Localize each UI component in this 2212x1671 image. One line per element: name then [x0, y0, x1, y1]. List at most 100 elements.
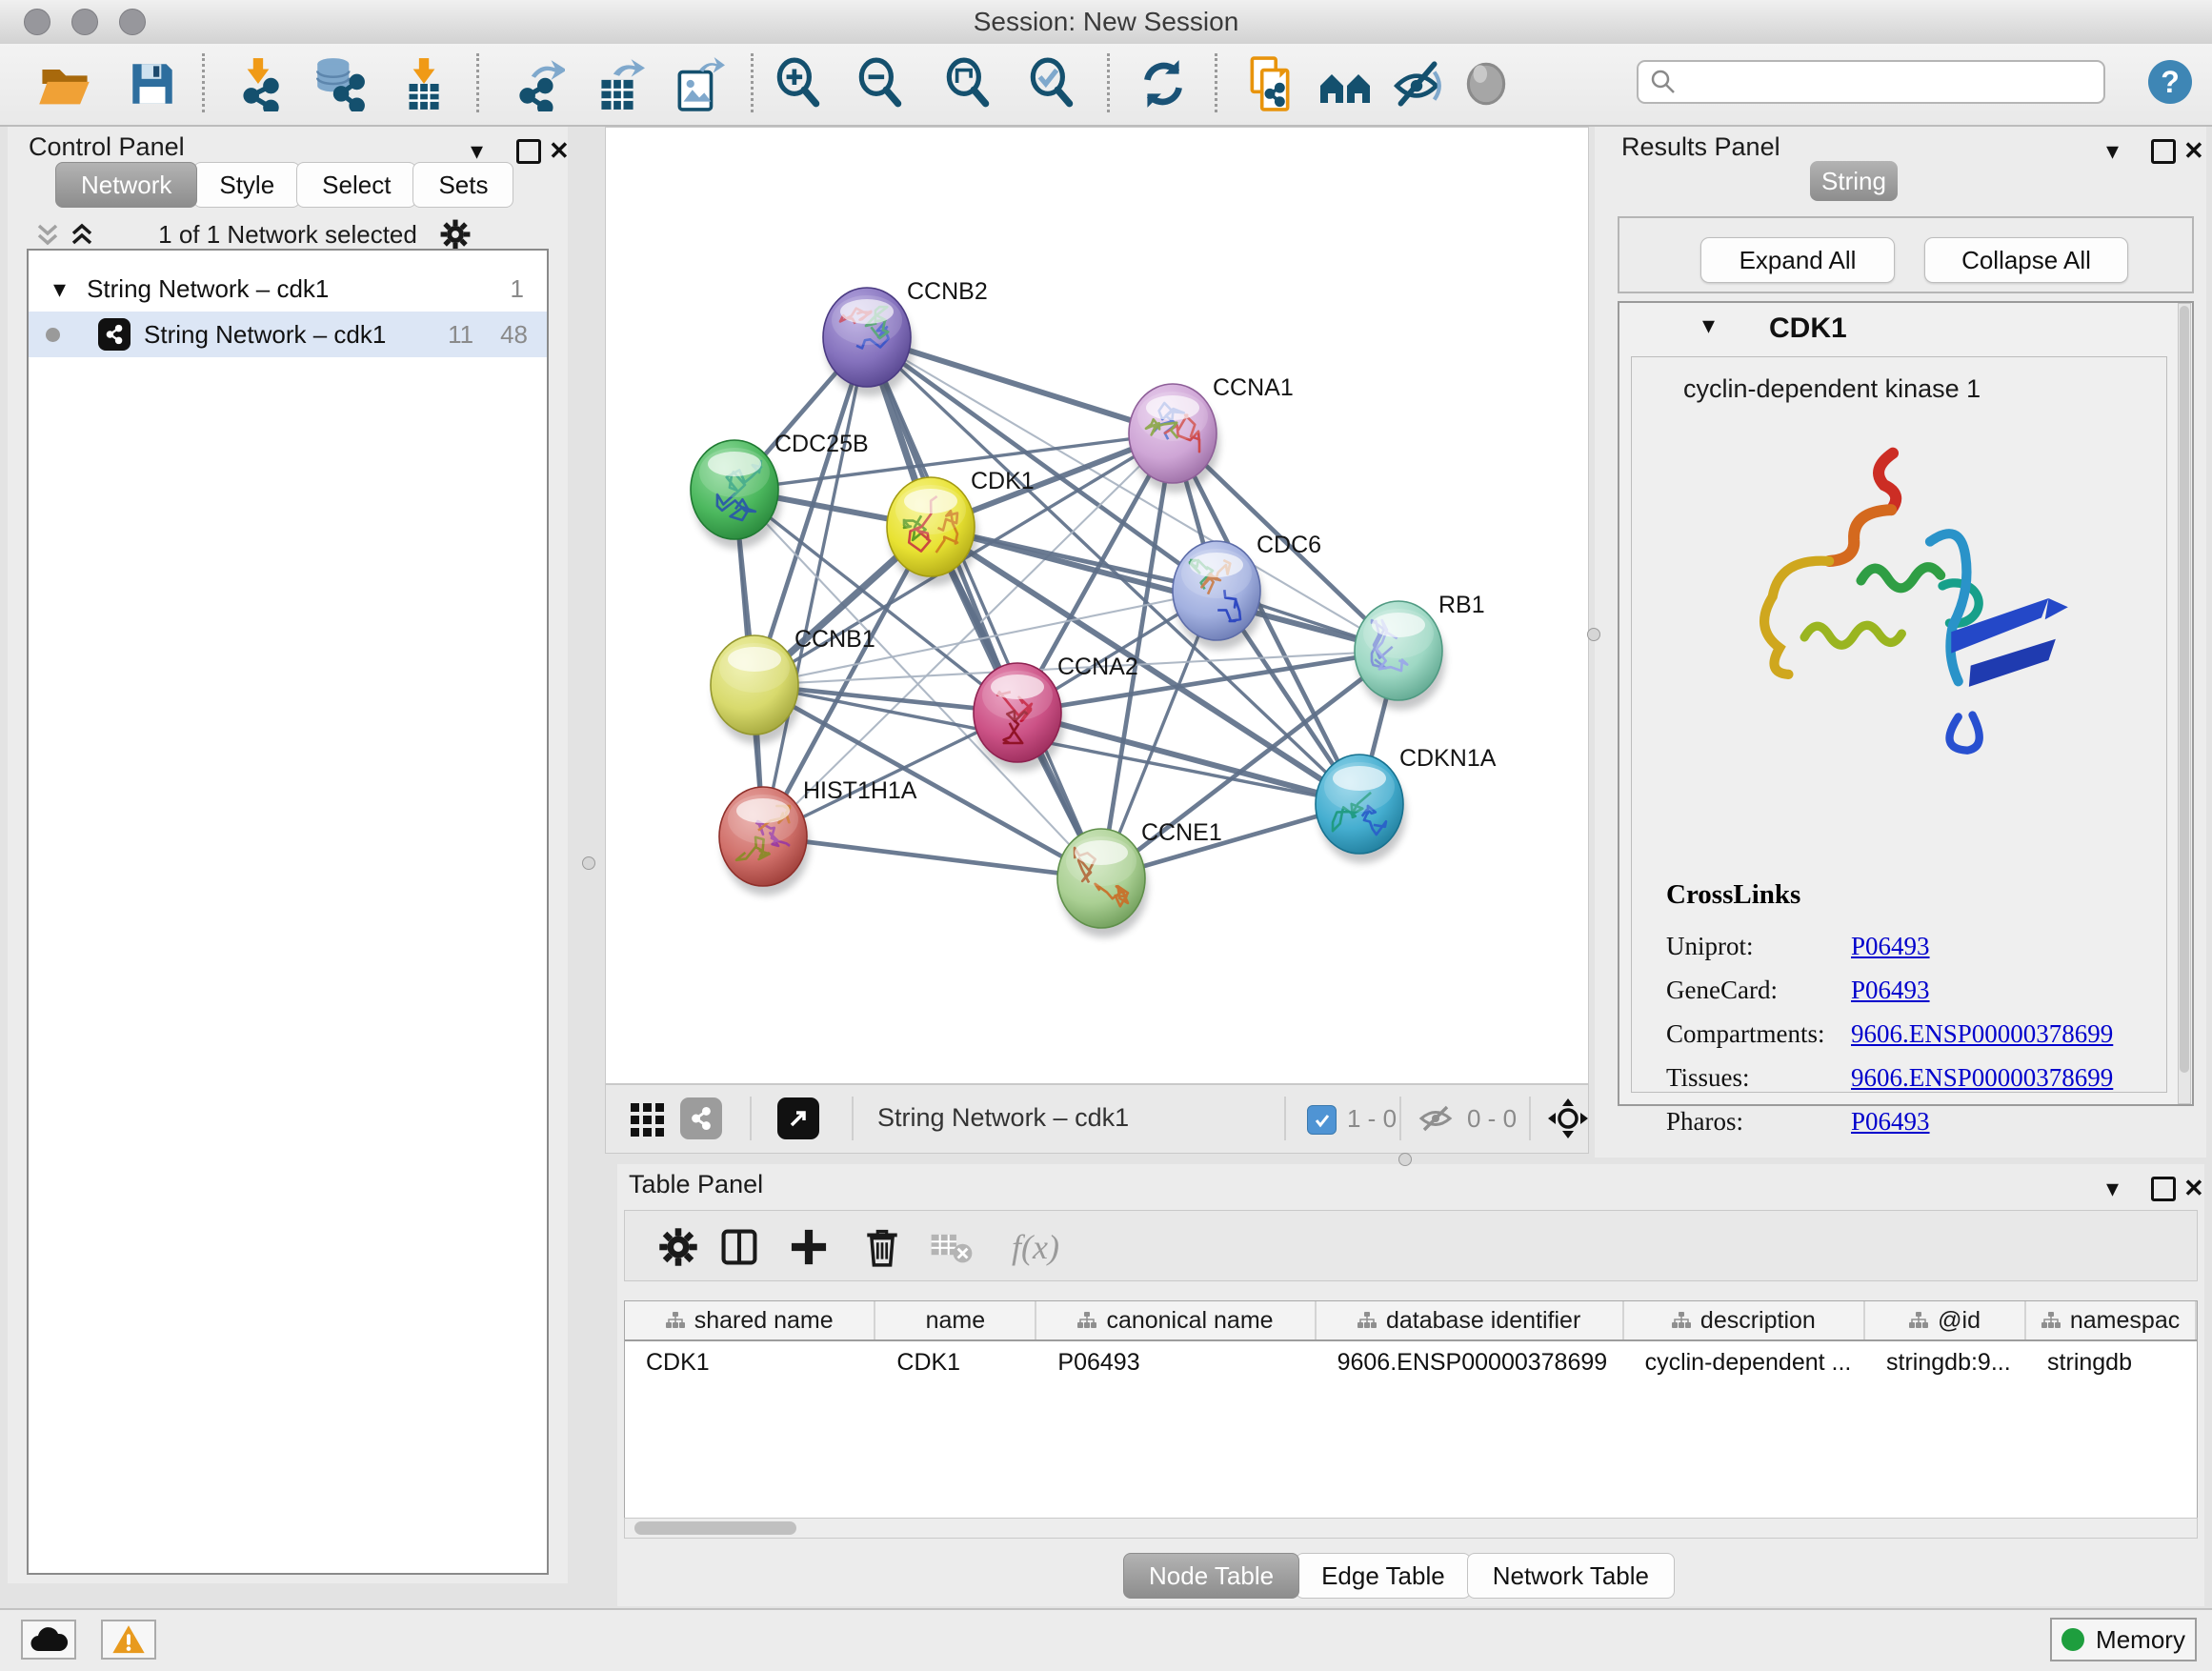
open-session-button[interactable] [30, 50, 99, 118]
left-splitter-grip[interactable] [582, 856, 595, 870]
clone-network-button[interactable] [1236, 50, 1304, 118]
memory-button[interactable]: Memory [2050, 1618, 2197, 1661]
section-caret-icon[interactable]: ▾ [1702, 311, 1715, 340]
bottom-splitter-grip[interactable] [1398, 1153, 1412, 1166]
first-neighbors-button[interactable] [1311, 50, 1379, 118]
hide-selected-button[interactable] [1382, 50, 1451, 118]
panel-close-icon[interactable]: ✕ [549, 136, 570, 166]
network-node-ccna2[interactable]: CCNA2 [974, 654, 1138, 772]
crosslink-label: Tissues: [1666, 1063, 1851, 1093]
results-scrollbar[interactable] [2178, 303, 2191, 1104]
tab-style[interactable]: Style [193, 162, 300, 208]
tab-select[interactable]: Select [296, 162, 416, 208]
selected-checkbox-icon[interactable] [1307, 1105, 1337, 1135]
open-in-window-icon[interactable] [777, 1097, 819, 1139]
crosslink-pharos-link[interactable]: P06493 [1851, 1107, 1930, 1137]
tab-edge-table[interactable]: Edge Table [1296, 1553, 1471, 1599]
collapse-all-button[interactable]: Collapse All [1924, 237, 2128, 283]
table-cell[interactable]: 9606.ENSP00000378699 [1317, 1349, 1624, 1377]
import-network-database-button[interactable] [305, 50, 373, 118]
zoom-out-button[interactable] [846, 50, 915, 118]
zoom-selected-button[interactable] [1017, 50, 1086, 118]
export-network-button[interactable] [503, 50, 572, 118]
panel-float-icon[interactable] [516, 139, 541, 164]
show-columns-icon[interactable] [713, 1220, 766, 1274]
tab-network[interactable]: Network [55, 162, 197, 208]
network-collection-row[interactable]: ▾ String Network – cdk1 1 [29, 266, 547, 312]
table-cell[interactable]: stringdb [2026, 1349, 2197, 1377]
network-node-ccnb2[interactable]: CCNB2 [823, 278, 988, 396]
tree-caret-icon[interactable]: ▾ [53, 274, 66, 304]
column-header-shared-name[interactable]: shared name [625, 1301, 875, 1339]
show-all-button[interactable] [1452, 50, 1520, 118]
network-node-cdc6[interactable]: CDC6 [1173, 532, 1321, 650]
panel-close-icon[interactable]: ✕ [2183, 136, 2204, 166]
column-header--id[interactable]: @id [1865, 1301, 2026, 1339]
panel-float-icon[interactable] [2151, 1177, 2176, 1201]
cloud-status-button[interactable] [21, 1620, 76, 1660]
fit-content-button[interactable] [934, 50, 1002, 118]
tab-network-table[interactable]: Network Table [1467, 1553, 1675, 1599]
table-cell[interactable]: CDK1 [625, 1349, 875, 1377]
network-node-cdc25b[interactable]: CDC25B [691, 431, 869, 549]
gene-section-header[interactable]: ▾ CDK1 [1619, 303, 2192, 352]
crosslink-uniprot-link[interactable]: P06493 [1851, 932, 1930, 961]
import-table-file-button[interactable] [389, 50, 457, 118]
network-node-ccna1[interactable]: CCNA1 [1129, 374, 1294, 493]
column-header-namespac[interactable]: namespac [2026, 1301, 2197, 1339]
expand-all-button[interactable]: Expand All [1700, 237, 1895, 283]
right-splitter-grip[interactable] [1587, 628, 1600, 641]
table-scrollbar-thumb[interactable] [634, 1521, 796, 1535]
results-scrollbar-thumb[interactable] [2180, 306, 2189, 1073]
network-view-panel[interactable]: CCNB2 CCNA1 CDC25BCDK1 CDC6 RB1 CCNB1 CCNA2 CDK… [605, 127, 1589, 1154]
panel-collapse-icon[interactable]: ▾ [2106, 136, 2119, 166]
tab-string[interactable]: String [1810, 161, 1898, 201]
crosslink-tissues-link[interactable]: 9606.ENSP00000378699 [1851, 1063, 2113, 1093]
export-table-button[interactable] [583, 50, 652, 118]
export-image-button[interactable] [663, 50, 732, 118]
search-input[interactable] [1677, 68, 2103, 96]
table-horizontal-scrollbar[interactable] [624, 1518, 2198, 1539]
crosslink-compartments-link[interactable]: 9606.ENSP00000378699 [1851, 1019, 2113, 1049]
warnings-button[interactable] [101, 1620, 156, 1660]
column-header-description[interactable]: description [1624, 1301, 1865, 1339]
table-row[interactable]: CDK1CDK1P064939606.ENSP00000378699cyclin… [625, 1341, 2197, 1384]
table-settings-gear-icon[interactable] [652, 1220, 705, 1274]
network-node-ccnb1[interactable]: CCNB1 [711, 626, 875, 744]
birds-eye-grid-icon[interactable] [629, 1099, 667, 1142]
panel-close-icon[interactable]: ✕ [2183, 1174, 2204, 1203]
panel-collapse-icon[interactable]: ▾ [2106, 1174, 2119, 1203]
network-edge[interactable] [763, 337, 867, 836]
tab-sets[interactable]: Sets [412, 162, 513, 208]
results-panel: Results Panel ▾ ✕ String Expand All Coll… [1595, 127, 2206, 1158]
delete-column-trash-icon[interactable] [855, 1220, 909, 1274]
zoom-in-icon [771, 56, 826, 111]
network-node-cdkn1a[interactable]: CDKN1A [1316, 745, 1497, 863]
column-header-name[interactable]: name [875, 1301, 1036, 1339]
string-view-icon[interactable] [680, 1097, 722, 1139]
panel-float-icon[interactable] [2151, 139, 2176, 164]
save-session-button[interactable] [118, 50, 187, 118]
import-network-file-button[interactable] [225, 50, 293, 118]
help-button[interactable]: ? [2148, 60, 2192, 104]
fit-selection-crosshair-icon[interactable] [1547, 1097, 1589, 1144]
table-cell[interactable]: cyclin-dependent ... [1624, 1349, 1865, 1377]
zoom-in-button[interactable] [764, 50, 833, 118]
crosslink-genecard-link[interactable]: P06493 [1851, 976, 1930, 1005]
column-header-database-identifier[interactable]: database identifier [1317, 1301, 1624, 1339]
table-cell[interactable]: stringdb:9... [1865, 1349, 2026, 1377]
create-column-plus-icon[interactable] [782, 1220, 835, 1274]
table-cell[interactable]: CDK1 [875, 1349, 1036, 1377]
network-edge[interactable] [763, 836, 1101, 878]
network-edge[interactable] [931, 527, 1398, 651]
network-node-cdk1[interactable]: CDK1 [887, 468, 1035, 586]
network-canvas[interactable]: CCNB2 CCNA1 CDC25BCDK1 CDC6 RB1 CCNB1 CCNA2 CDK… [606, 128, 1588, 1085]
tab-node-table[interactable]: Node Table [1123, 1553, 1299, 1599]
refresh-button[interactable] [1129, 50, 1197, 118]
network-row-selected[interactable]: String Network – cdk1 11 48 [29, 312, 547, 357]
network-node-rb1[interactable]: RB1 [1355, 592, 1485, 710]
network-node-ccne1[interactable]: CCNE1 [1057, 819, 1222, 937]
table-cell[interactable]: P06493 [1036, 1349, 1316, 1377]
column-header-canonical-name[interactable]: canonical name [1036, 1301, 1316, 1339]
network-node-hist1h1a[interactable]: HIST1H1A [719, 777, 917, 896]
